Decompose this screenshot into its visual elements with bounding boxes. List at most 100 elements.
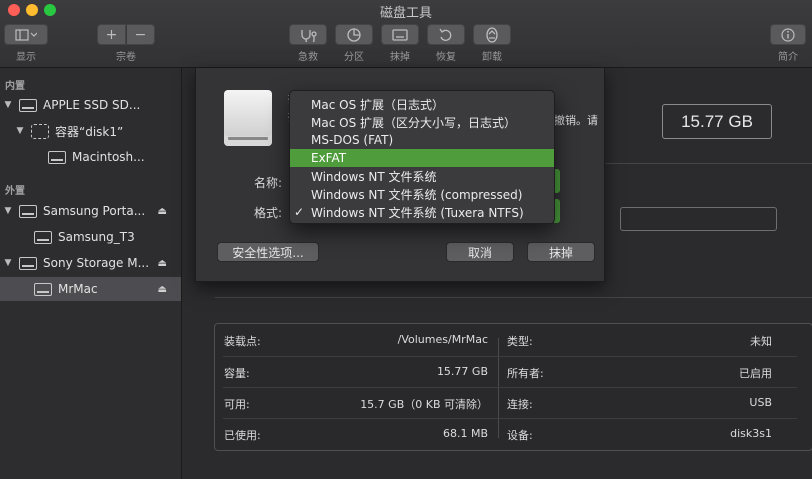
sidebar-item-label: Macintosh... — [72, 150, 145, 164]
pie-chart-icon — [347, 27, 361, 42]
eject-icon[interactable]: ⏏ — [158, 258, 167, 269]
remove-volume-button[interactable]: − — [126, 24, 155, 45]
menu-item-windows-nt-tuxera[interactable]: ✓ Windows NT 文件系统 (Tuxera NTFS) — [290, 203, 554, 221]
info-row: 装载点: /Volumes/MrMac 类型: 未知 — [215, 324, 812, 355]
eject-icon[interactable]: ⏏ — [158, 284, 167, 295]
eject-icon[interactable]: ⏏ — [158, 206, 167, 217]
sidebar-item-label: Samsung_T3 — [58, 230, 135, 244]
info-value: 68.1 MB — [442, 427, 488, 440]
erase-button[interactable]: 抹掉 — [527, 242, 595, 262]
sidebar-icon — [15, 28, 37, 41]
volume-icon — [34, 282, 52, 296]
menu-item-label: Mac OS 扩展（日志式） — [311, 97, 444, 112]
info-key: 已使用: — [224, 429, 261, 442]
format-label: 格式: — [254, 206, 283, 220]
volume-label: 宗卷 — [116, 52, 136, 63]
info-key: 装载点: — [224, 335, 261, 348]
sidebar-item-label: MrMac — [58, 282, 98, 296]
partition-control: 分区 — [335, 24, 373, 63]
menu-item-label: Windows NT 文件系统 (Tuxera NTFS) — [311, 205, 524, 220]
menu-item-label: Windows NT 文件系统 (compressed) — [311, 187, 523, 202]
info-key: 可用: — [224, 398, 250, 411]
name-label: 名称: — [254, 176, 283, 190]
sidebar-item-macintosh[interactable]: Macintosh... — [0, 145, 181, 169]
background-field — [620, 207, 777, 231]
sidebar-item-container-disk1[interactable]: ▼ 容器“disk1” — [0, 119, 181, 143]
disclosure-triangle-icon[interactable]: ▼ — [15, 126, 25, 136]
view-label: 显示 — [16, 52, 36, 63]
container-icon — [31, 123, 49, 139]
volume-icon — [34, 230, 52, 244]
sidebar-item-samsung-t3[interactable]: Samsung_T3 — [0, 225, 181, 249]
minus-icon: − — [134, 26, 147, 43]
info-row: 已使用: 68.1 MB 设备: disk3s1 — [215, 418, 812, 449]
info-value: disk3s1 — [730, 427, 772, 440]
sheet-description-tail: 撤销。请 — [554, 114, 598, 127]
sidebar-item-label: Samsung Porta... — [43, 204, 146, 218]
sidebar-item-label: Sony Storage M... — [43, 256, 150, 270]
info-row: 容量: 15.77 GB 所有者: 已启用 — [215, 356, 812, 387]
info-row: 可用: 15.7 GB（0 KB 可清除） 连接: USB — [215, 387, 812, 418]
menu-item-windows-nt[interactable]: Windows NT 文件系统 — [290, 167, 554, 185]
view-button[interactable] — [4, 24, 48, 45]
menu-item-label: Mac OS 扩展（区分大小写，日志式） — [311, 115, 516, 130]
security-options-button[interactable]: 安全性选项... — [217, 242, 319, 262]
disclosure-triangle-icon[interactable]: ▼ — [3, 258, 13, 268]
capacity-display: 15.77 GB — [662, 104, 772, 139]
unmount-control: 卸载 — [473, 24, 511, 63]
volume-control: + − 宗卷 — [97, 24, 155, 63]
menu-item-label: MS-DOS (FAT) — [311, 133, 394, 147]
checkmark-icon: ✓ — [294, 205, 305, 219]
first-aid-control: 急救 — [289, 24, 327, 63]
sidebar: 内置 ▼ APPLE SSD SD... ▼ 容器“disk1” Macinto… — [0, 68, 182, 479]
cancel-button[interactable]: 取消 — [446, 242, 514, 262]
volume-icon — [48, 150, 66, 164]
info-key: 设备: — [507, 429, 533, 442]
disk-icon — [19, 204, 37, 218]
info-value: 已启用 — [739, 367, 772, 380]
restore-button[interactable] — [427, 24, 465, 45]
info-label: 简介 — [778, 52, 798, 63]
restore-control: 恢复 — [427, 24, 465, 63]
unmount-label: 卸载 — [482, 52, 502, 63]
menu-item-label: ExFAT — [311, 151, 347, 165]
menu-item-windows-nt-compressed[interactable]: Windows NT 文件系统 (compressed) — [290, 185, 554, 203]
menu-item-mac-os-extended-journaled[interactable]: Mac OS 扩展（日志式） — [290, 95, 554, 113]
first-aid-button[interactable] — [289, 24, 327, 45]
sidebar-item-apple-ssd[interactable]: ▼ APPLE SSD SD... — [0, 93, 181, 117]
erase-label: 抹掉 — [390, 52, 410, 63]
partition-button[interactable] — [335, 24, 373, 45]
sidebar-item-sony-storage[interactable]: ▼ Sony Storage M... ⏏ — [0, 251, 181, 275]
disclosure-triangle-icon[interactable]: ▼ — [3, 206, 13, 216]
menu-item-label: Windows NT 文件系统 — [311, 169, 437, 184]
erase-control: 抹掉 — [381, 24, 419, 63]
erase-button-toolbar[interactable] — [381, 24, 419, 45]
info-value: /Volumes/MrMac — [397, 333, 488, 346]
disclosure-triangle-icon[interactable]: ▼ — [3, 100, 13, 110]
info-key: 类型: — [507, 335, 533, 348]
info-button[interactable] — [770, 24, 806, 45]
info-panel: 装载点: /Volumes/MrMac 类型: 未知 容量: 15.77 GB … — [214, 323, 812, 451]
add-volume-button[interactable]: + — [97, 24, 126, 45]
restore-label: 恢复 — [436, 52, 456, 63]
sidebar-item-samsung-portable[interactable]: ▼ Samsung Porta... ⏏ — [0, 199, 181, 223]
menu-item-exfat[interactable]: ExFAT — [290, 149, 554, 167]
sidebar-item-label: APPLE SSD SD... — [43, 98, 141, 112]
disk-icon — [19, 256, 37, 270]
sidebar-item-label: 容器“disk1” — [55, 124, 124, 139]
divider — [215, 297, 812, 298]
restore-arrow-icon — [439, 28, 452, 41]
erase-disk-icon — [392, 28, 408, 41]
info-value: USB — [749, 396, 772, 409]
menu-item-ms-dos-fat[interactable]: MS-DOS (FAT) — [290, 131, 554, 149]
toolbar: 磁盘工具 显示 + − 宗卷 急救 分区 抹掉 恢复 卸载 简介 — [0, 0, 812, 68]
info-value: 15.77 GB — [436, 365, 488, 378]
disk-icon — [19, 98, 37, 112]
info-control: 简介 — [770, 24, 806, 63]
sidebar-item-mrmac[interactable]: MrMac ⏏ — [0, 277, 181, 301]
plus-icon: + — [105, 26, 118, 43]
unmount-icon — [486, 26, 498, 43]
menu-item-mac-os-extended-case-sensitive[interactable]: Mac OS 扩展（区分大小写，日志式） — [290, 113, 554, 131]
unmount-button[interactable] — [473, 24, 511, 45]
internal-header: 内置 — [5, 81, 25, 92]
